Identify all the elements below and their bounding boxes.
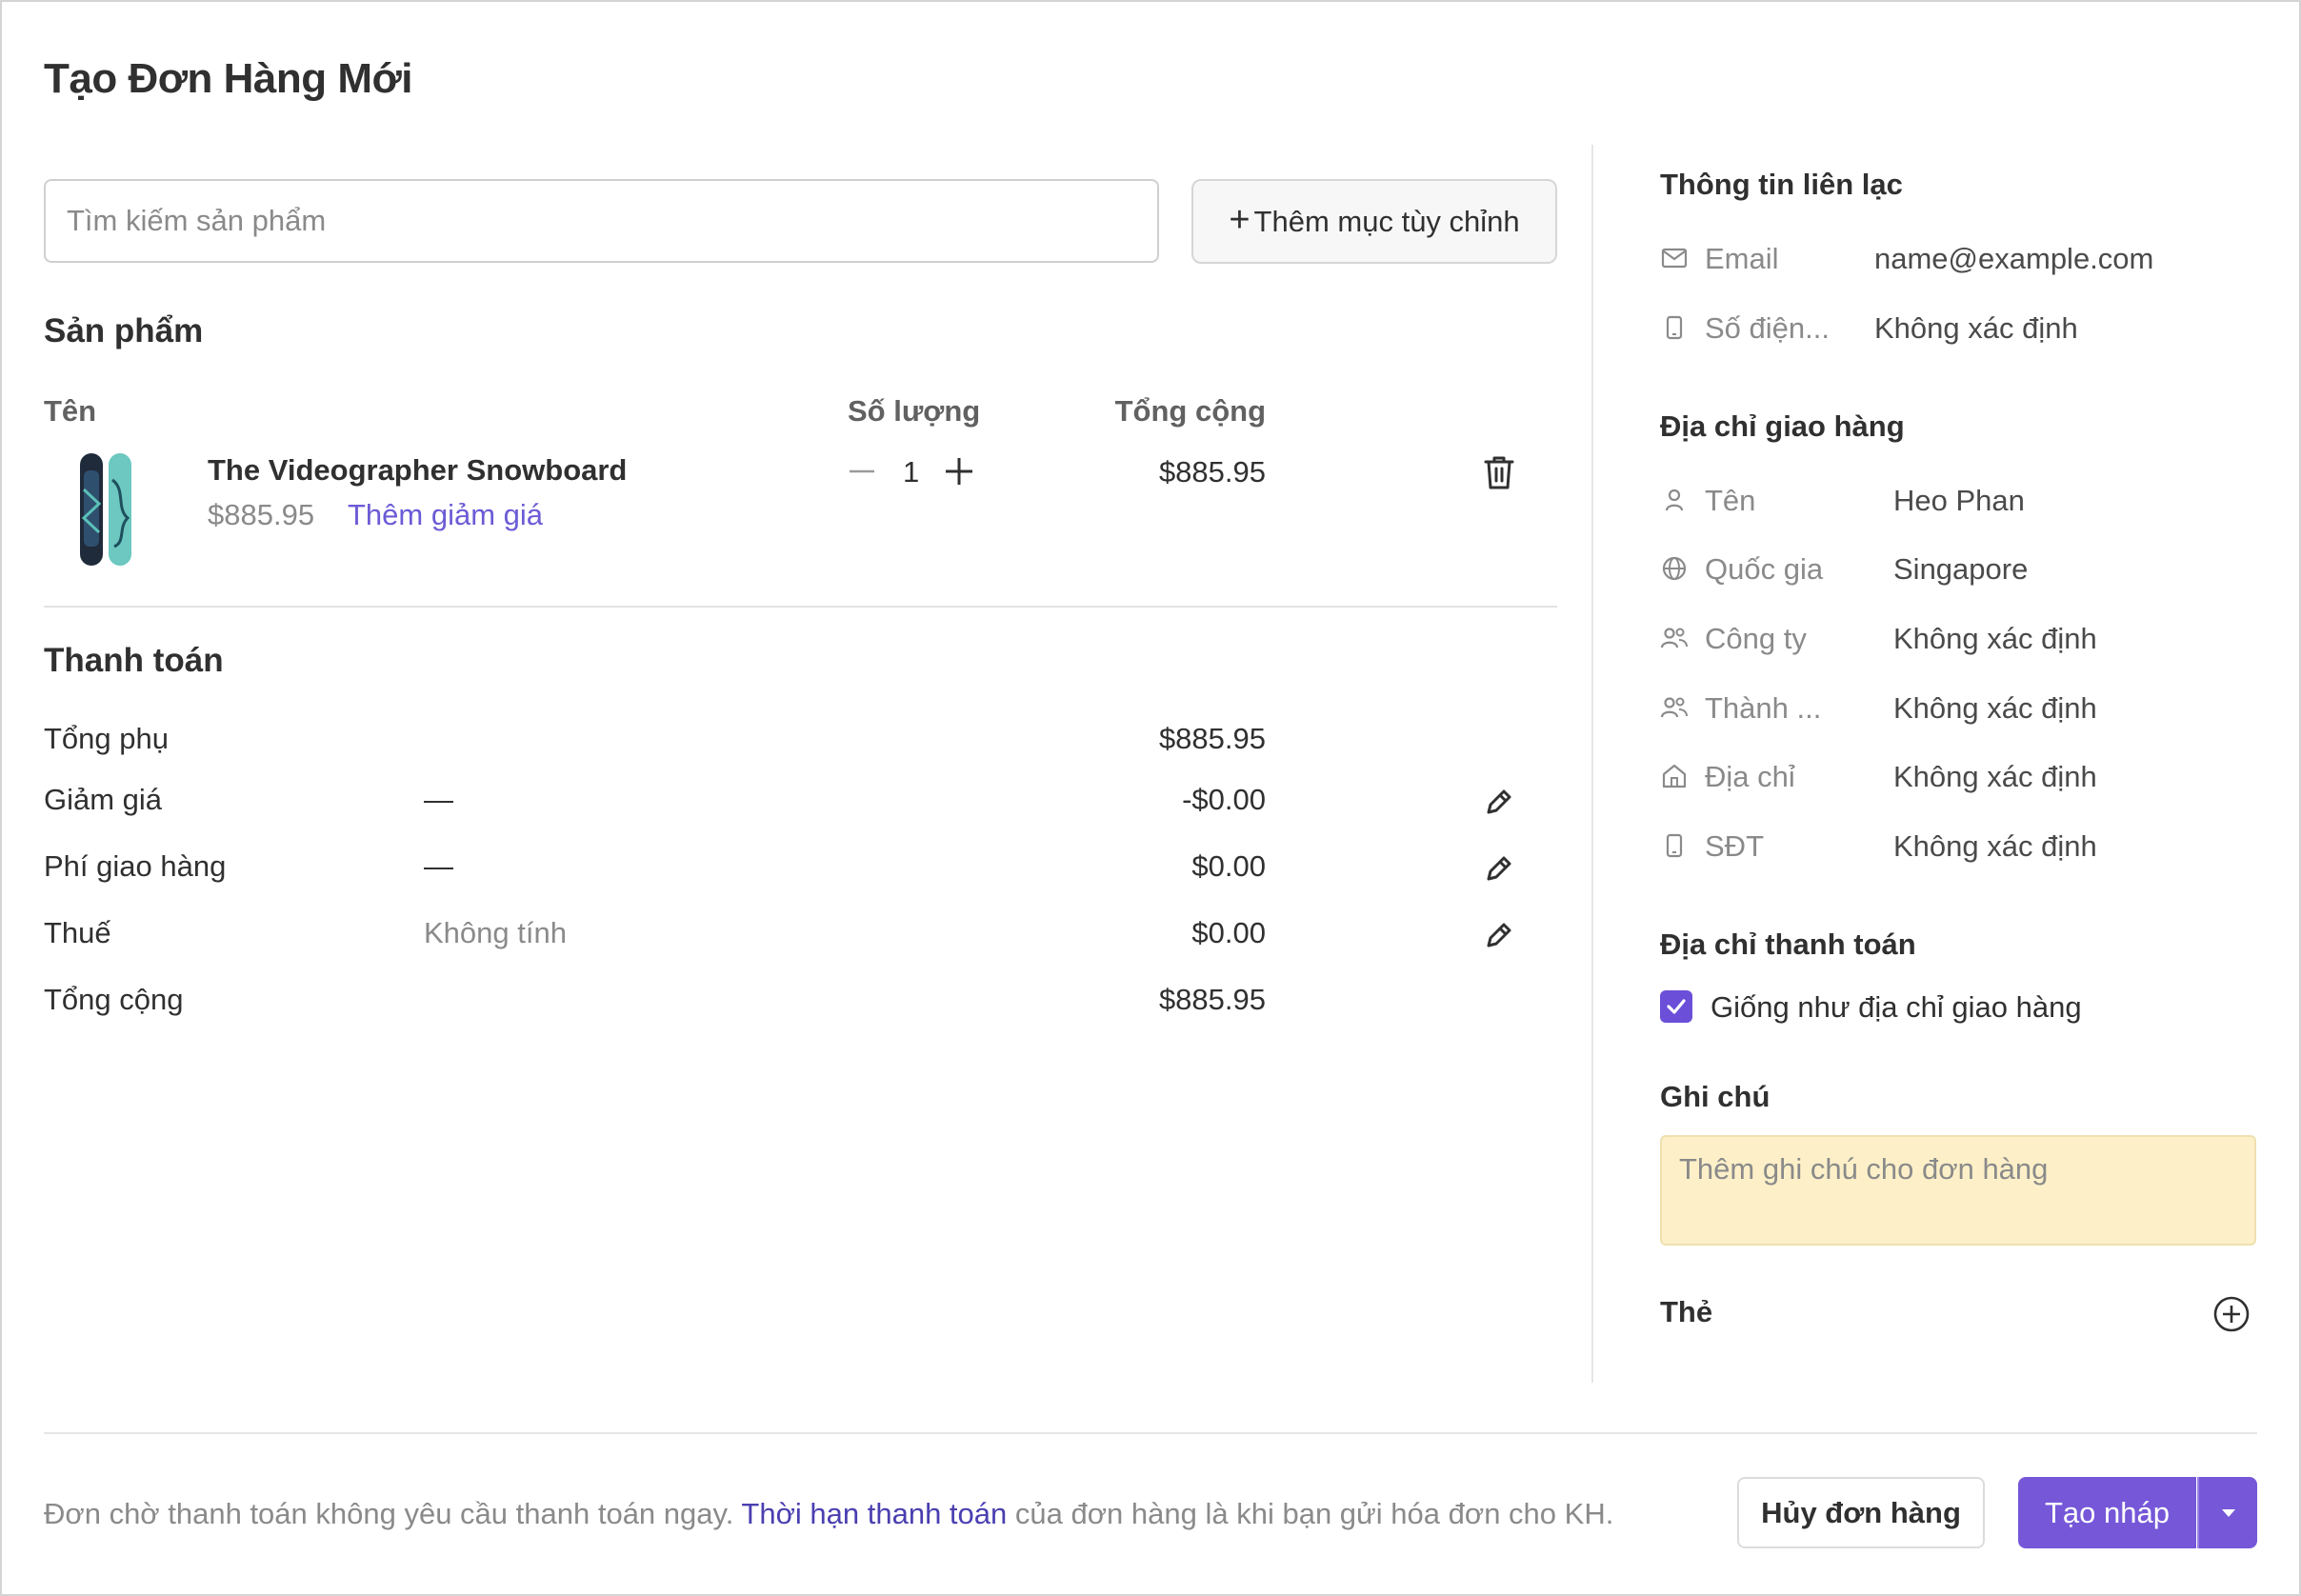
discount-detail: — <box>424 783 453 816</box>
plus-circle-icon <box>2213 1296 2250 1332</box>
subtotal-label: Tổng phụ <box>44 722 169 755</box>
phone-icon <box>1660 313 1689 342</box>
phone-value[interactable]: Không xác định <box>1874 311 2078 346</box>
discount-value: -$0.00 <box>1182 783 1266 816</box>
check-icon <box>1667 999 1686 1014</box>
column-header-quantity: Số lượng <box>848 394 981 428</box>
column-divider <box>1591 145 1593 1383</box>
globe-icon <box>1660 554 1689 583</box>
order-dialog: Tạo Đơn Hàng Mới + Thêm mục tùy chỉnh Sả… <box>0 0 2301 1596</box>
edit-discount-button[interactable] <box>1478 781 1520 823</box>
product-total: $885.95 <box>1158 455 1266 489</box>
people-icon <box>1660 624 1689 652</box>
recipient-name-value[interactable]: Heo Phan <box>1893 484 2025 518</box>
phone-icon <box>1660 831 1689 860</box>
shipping-fee-detail: — <box>424 849 453 883</box>
mail-icon <box>1660 244 1689 272</box>
shipping-phone-label: SĐT <box>1705 829 1764 863</box>
email-label: Email <box>1705 242 1779 275</box>
pencil-icon <box>1487 856 1511 881</box>
trash-icon <box>1484 456 1514 489</box>
phone-label: Số điện... <box>1705 311 1830 345</box>
discount-label: Giảm giá <box>44 783 163 816</box>
home-icon <box>1660 762 1689 790</box>
person-icon <box>1660 486 1689 514</box>
tax-value: $0.00 <box>1191 916 1266 949</box>
products-divider <box>44 606 1557 608</box>
notes-section-title: Ghi chú <box>1660 1080 1771 1113</box>
pencil-icon <box>1487 923 1511 948</box>
tax-label: Thuế <box>44 916 111 949</box>
column-header-name: Tên <box>44 394 97 428</box>
city-label: Thành ... <box>1705 691 1822 725</box>
footer-note: Đơn chờ thanh toán không yêu cầu thanh t… <box>44 1497 1613 1531</box>
city-value[interactable]: Không xác định <box>1893 691 2097 726</box>
recipient-name-label: Tên <box>1705 484 1756 517</box>
cancel-order-button[interactable]: Hủy đơn hàng <box>1737 1477 1985 1548</box>
page-title: Tạo Đơn Hàng Mới <box>44 55 413 102</box>
snowboard-thumbnail <box>80 453 131 566</box>
shipping-fee-label: Phí giao hàng <box>44 849 227 883</box>
grand-total-label: Tổng cộng <box>44 983 184 1016</box>
minus-icon <box>850 469 874 473</box>
plus-icon: + <box>1229 200 1251 240</box>
shipping-section-title: Địa chỉ giao hàng <box>1660 409 1905 443</box>
order-note-input[interactable] <box>1660 1135 2256 1246</box>
edit-shipping-fee-button[interactable] <box>1478 848 1520 889</box>
add-custom-item-label: Thêm mục tùy chỉnh <box>1253 204 1520 238</box>
add-custom-item-button[interactable]: + Thêm mục tùy chỉnh <box>1191 179 1557 264</box>
country-value[interactable]: Singapore <box>1893 552 2028 587</box>
people-icon <box>1660 693 1689 722</box>
product-price: $885.95 <box>208 498 315 531</box>
draft-options-button[interactable] <box>2197 1477 2257 1548</box>
same-as-shipping-label[interactable]: Giống như địa chỉ giao hàng <box>1711 990 2082 1025</box>
remove-product-button[interactable] <box>1478 451 1520 493</box>
email-value[interactable]: name@example.com <box>1874 242 2153 276</box>
payment-terms-link[interactable]: Thời hạn thanh toán <box>741 1497 1007 1530</box>
address-value[interactable]: Không xác định <box>1893 760 2097 794</box>
grand-total-value: $885.95 <box>1158 983 1266 1016</box>
tags-section-title: Thẻ <box>1660 1295 1713 1328</box>
edit-tax-button[interactable] <box>1478 914 1520 956</box>
subtotal-value: $885.95 <box>1158 722 1266 755</box>
same-as-shipping-checkbox[interactable] <box>1660 990 1692 1023</box>
increase-quantity-button[interactable] <box>942 454 976 489</box>
pencil-icon <box>1487 789 1511 814</box>
payment-section-title: Thanh toán <box>44 642 224 679</box>
column-header-total: Tổng cộng <box>1114 394 1266 428</box>
billing-section-title: Địa chỉ thanh toán <box>1660 928 1916 961</box>
add-discount-link[interactable]: Thêm giảm giá <box>348 498 543 532</box>
shipping-fee-value: $0.00 <box>1191 849 1266 883</box>
add-tag-button[interactable] <box>2211 1293 2252 1335</box>
footer-divider <box>44 1432 2257 1434</box>
company-label: Công ty <box>1705 622 1807 655</box>
country-label: Quốc gia <box>1705 552 1824 586</box>
footer-text-after: của đơn hàng là khi bạn gửi hóa đơn cho … <box>1014 1497 1614 1530</box>
product-search-input[interactable] <box>44 179 1159 263</box>
footer-text-before: Đơn chờ thanh toán không yêu cầu thanh t… <box>44 1497 734 1530</box>
products-section-title: Sản phẩm <box>44 312 204 349</box>
address-label: Địa chỉ <box>1705 760 1795 793</box>
shipping-phone-value[interactable]: Không xác định <box>1893 829 2097 864</box>
decrease-quantity-button[interactable] <box>845 454 879 489</box>
company-value[interactable]: Không xác định <box>1893 622 2097 656</box>
plus-icon <box>946 458 972 485</box>
chevron-down-icon <box>2221 1508 2235 1517</box>
create-draft-button[interactable]: Tạo nháp <box>2018 1477 2196 1548</box>
product-name: The Videographer Snowboard <box>208 453 628 487</box>
quantity-value[interactable]: 1 <box>903 455 919 489</box>
contact-section-title: Thông tin liên lạc <box>1660 168 1903 201</box>
tax-detail: Không tính <box>424 916 567 949</box>
